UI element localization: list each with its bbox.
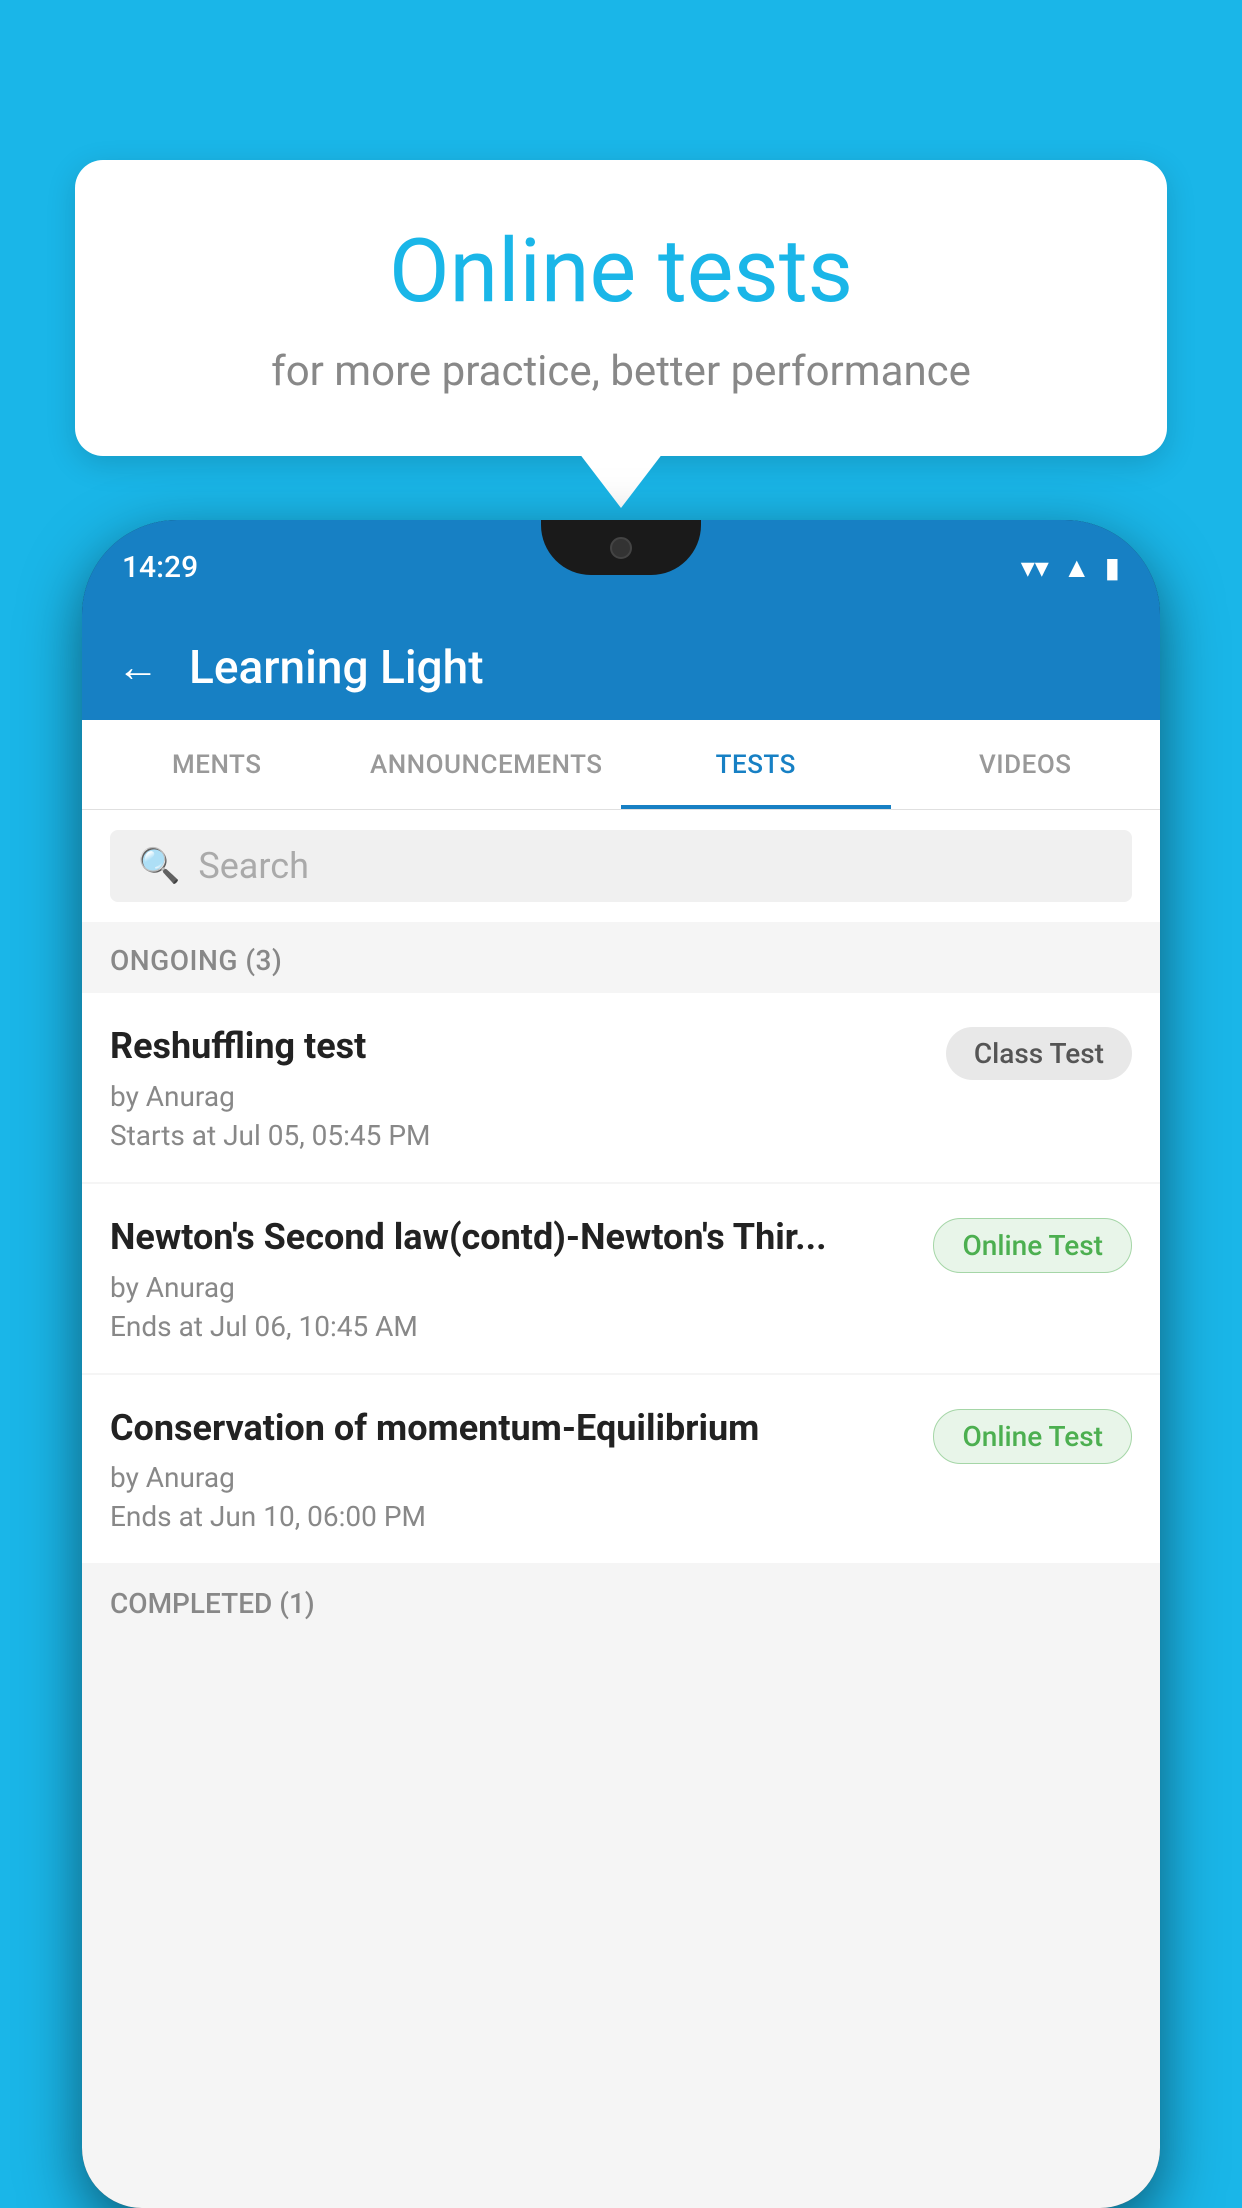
status-icons: ▾▾ ▲ ▮ — [1021, 551, 1120, 584]
search-icon: 🔍 — [138, 846, 180, 886]
completed-header-text: COMPLETED (1) — [110, 1587, 315, 1620]
app-title: Learning Light — [189, 641, 484, 695]
test-time-conservation: Ends at Jun 10, 06:00 PM — [110, 1500, 913, 1533]
bubble-title: Online tests — [155, 220, 1087, 323]
tab-tests[interactable]: TESTS — [621, 720, 891, 809]
tabs-bar: MENTS ANNOUNCEMENTS TESTS VIDEOS — [82, 720, 1160, 810]
search-bar[interactable]: 🔍 Search — [110, 830, 1132, 902]
wifi-icon: ▾▾ — [1021, 551, 1049, 584]
signal-icon: ▲ — [1063, 551, 1091, 584]
search-container: 🔍 Search — [82, 810, 1160, 922]
bubble-subtitle: for more practice, better performance — [155, 347, 1087, 396]
test-badge-reshuffling: Class Test — [946, 1027, 1132, 1080]
ongoing-header-text: ONGOING (3) — [110, 944, 282, 977]
test-by-newtons: by Anurag — [110, 1271, 913, 1304]
ongoing-section-header: ONGOING (3) — [82, 922, 1160, 993]
speech-bubble: Online tests for more practice, better p… — [75, 160, 1167, 456]
tab-ments[interactable]: MENTS — [82, 720, 352, 809]
test-time-reshuffling: Starts at Jul 05, 05:45 PM — [110, 1119, 926, 1152]
test-name-newtons: Newton's Second law(contd)-Newton's Thir… — [110, 1214, 913, 1261]
test-by-reshuffling: by Anurag — [110, 1080, 926, 1113]
completed-section-header: COMPLETED (1) — [82, 1565, 1160, 1636]
test-time-newtons: Ends at Jul 06, 10:45 AM — [110, 1310, 913, 1343]
test-info-reshuffling: Reshuffling test by Anurag Starts at Jul… — [110, 1023, 926, 1152]
search-placeholder: Search — [198, 845, 309, 887]
app-header: ← Learning Light — [82, 615, 1160, 720]
tab-videos[interactable]: VIDEOS — [891, 720, 1161, 809]
battery-icon: ▮ — [1105, 551, 1120, 584]
phone-frame: 14:29 ▾▾ ▲ ▮ ← Learning Light MENTS ANNO… — [82, 520, 1160, 2208]
test-item-newtons[interactable]: Newton's Second law(contd)-Newton's Thir… — [82, 1184, 1160, 1373]
test-item-conservation[interactable]: Conservation of momentum-Equilibrium by … — [82, 1375, 1160, 1564]
test-badge-conservation: Online Test — [933, 1409, 1132, 1464]
back-button[interactable]: ← — [117, 643, 159, 692]
test-info-conservation: Conservation of momentum-Equilibrium by … — [110, 1405, 913, 1534]
test-name-conservation: Conservation of momentum-Equilibrium — [110, 1405, 913, 1452]
test-badge-newtons: Online Test — [933, 1218, 1132, 1273]
test-by-conservation: by Anurag — [110, 1461, 913, 1494]
tab-announcements[interactable]: ANNOUNCEMENTS — [352, 720, 622, 809]
phone-content: 🔍 Search ONGOING (3) Reshuffling test by… — [82, 810, 1160, 2208]
phone-notch — [541, 520, 701, 575]
test-name-reshuffling: Reshuffling test — [110, 1023, 926, 1070]
camera — [610, 537, 632, 559]
test-item-reshuffling[interactable]: Reshuffling test by Anurag Starts at Jul… — [82, 993, 1160, 1182]
status-time: 14:29 — [122, 550, 198, 585]
status-bar: 14:29 ▾▾ ▲ ▮ — [82, 520, 1160, 615]
test-info-newtons: Newton's Second law(contd)-Newton's Thir… — [110, 1214, 913, 1343]
